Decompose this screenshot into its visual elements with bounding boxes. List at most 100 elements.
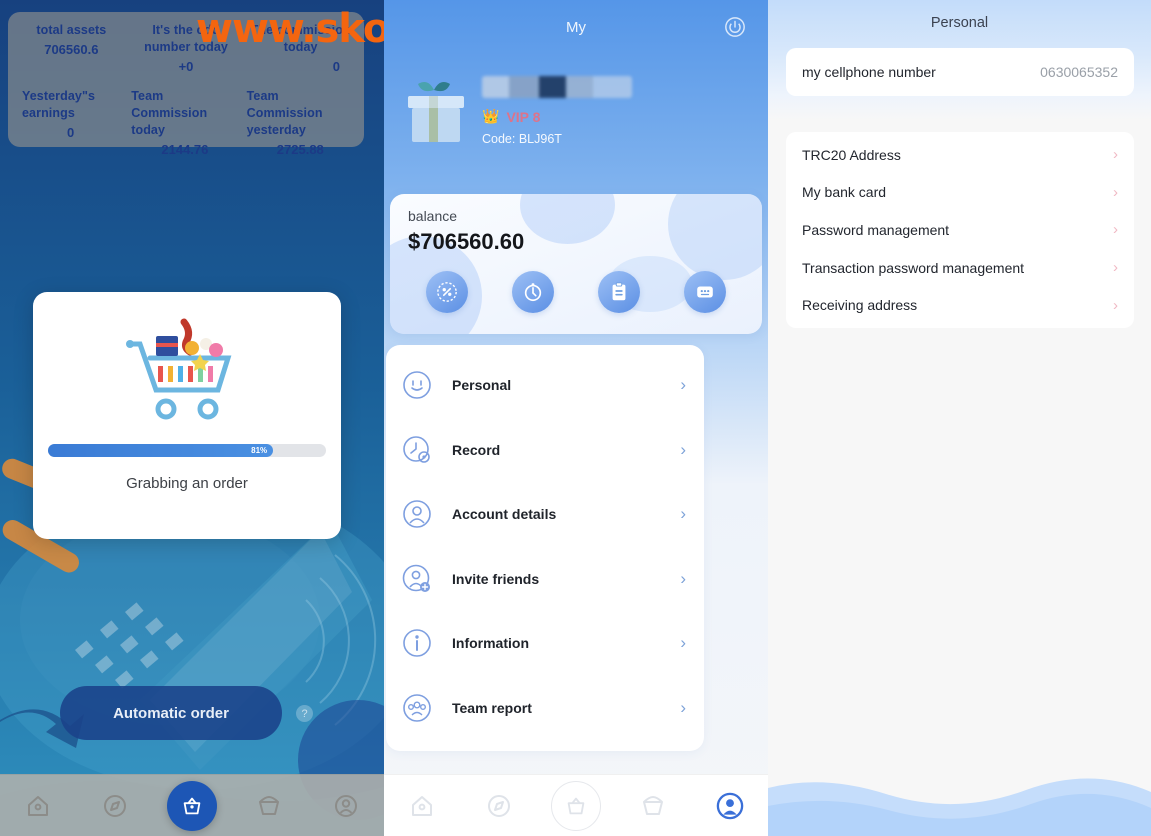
invite-code-label: Code: xyxy=(482,132,516,146)
action-chat-button[interactable] xyxy=(684,271,726,313)
crown-icon: 👑 xyxy=(482,108,500,124)
chevron-right-icon: › xyxy=(680,697,686,717)
stats-row-2: Yesterday"s earnings 0 Team Commission t… xyxy=(14,88,358,157)
list-item-password-management[interactable]: Password management › xyxy=(786,211,1134,249)
stat-total-assets: total assets 706560.6 xyxy=(14,22,129,74)
nav-item-profile[interactable] xyxy=(702,782,758,830)
smiley-face-icon xyxy=(400,368,434,402)
stat-value: +0 xyxy=(178,59,194,74)
order-progress-fill: 81% xyxy=(48,444,274,457)
action-percent-button[interactable] xyxy=(426,271,468,313)
chevron-right-icon: › xyxy=(680,568,686,588)
user-add-icon xyxy=(400,562,434,596)
profile-summary: 👑 VIP 8 Code: BLJ96T xyxy=(404,72,744,156)
menu-item-team-report[interactable]: Team report › xyxy=(386,676,704,741)
username-blurred xyxy=(482,76,632,98)
stat-commission-today: The commission today 0 xyxy=(243,22,358,74)
right-phone-panel: Personal my cellphone number 0630065352 … xyxy=(768,0,1151,836)
menu-item-label: Invite friends xyxy=(452,570,540,587)
order-progress-bar: 81% xyxy=(48,444,326,457)
cellphone-number-row[interactable]: my cellphone number 0630065352 xyxy=(786,48,1134,96)
menu-item-label: Team report xyxy=(452,699,532,716)
basket-icon xyxy=(183,797,201,814)
grabbing-order-card: 81% Grabbing an order xyxy=(33,292,341,539)
app-screenshot: www.sko32.com-同可源码网 total assets 706560.… xyxy=(0,0,1151,836)
chevron-right-icon: › xyxy=(680,375,686,395)
user-circle-icon xyxy=(400,497,434,531)
stopwatch-icon xyxy=(524,283,542,302)
mid-bottom-nav xyxy=(384,774,768,836)
list-item-transaction-password-management[interactable]: Transaction password management › xyxy=(786,249,1134,287)
stat-value: 706560.6 xyxy=(44,42,99,57)
profile-icon xyxy=(716,792,743,819)
menu-item-personal[interactable]: Personal › xyxy=(386,353,704,418)
clock-record-icon xyxy=(400,433,434,467)
list-item-label: TRC20 Address xyxy=(802,146,901,163)
gift-box-icon xyxy=(408,82,464,142)
nav-item-home[interactable] xyxy=(10,782,66,830)
clipboard-icon xyxy=(612,282,626,301)
compass-icon xyxy=(104,794,127,817)
stat-value: 0 xyxy=(66,125,75,140)
stat-odd-number-today: It's the odd number today +0 xyxy=(129,22,244,74)
profile-meta: 👑 VIP 8 Code: BLJ96T xyxy=(482,72,632,146)
nav-center-fab[interactable] xyxy=(166,780,217,831)
list-item-label: Transaction password management xyxy=(802,259,1025,276)
compass-icon xyxy=(488,794,511,817)
list-item-label: Receiving address xyxy=(802,297,918,314)
info-icon xyxy=(400,626,434,660)
order-progress-percent: 81% xyxy=(251,446,268,455)
profile-menu-card: Personal › Record › Account details › In… xyxy=(386,345,704,751)
menu-item-information[interactable]: Information › xyxy=(386,611,704,676)
chevron-right-icon: › xyxy=(1113,183,1118,201)
stat-team-commission-yesterday: Team Commission yesterday 2725.88 xyxy=(243,88,358,157)
basket-icon xyxy=(567,797,585,814)
cart-icon xyxy=(258,795,279,815)
profile-icon xyxy=(334,794,357,817)
nav-item-profile[interactable] xyxy=(318,782,374,830)
chevron-right-icon: › xyxy=(680,504,686,524)
nav-item-orders[interactable] xyxy=(548,780,604,831)
list-item-label: My bank card xyxy=(802,184,887,201)
invite-code-row: Code: BLJ96T xyxy=(482,132,632,146)
list-item-receiving-address[interactable]: Receiving address › xyxy=(786,286,1134,324)
power-icon[interactable] xyxy=(724,16,746,38)
list-item-label: Password management xyxy=(802,221,950,238)
list-item-my-bank-card[interactable]: My bank card › xyxy=(786,174,1134,212)
menu-item-label: Information xyxy=(452,635,529,652)
stat-label: Yesterday"s earnings xyxy=(22,89,96,120)
personal-settings-list: TRC20 Address › My bank card › Password … xyxy=(786,132,1134,328)
balance-label: balance xyxy=(408,208,458,224)
home-icon xyxy=(28,795,49,816)
left-phone-panel: www.sko32.com-同可源码网 total assets 706560.… xyxy=(0,0,384,836)
menu-item-invite-friends[interactable]: Invite friends › xyxy=(386,547,704,612)
right-header: Personal xyxy=(768,8,1151,38)
menu-item-account-details[interactable]: Account details › xyxy=(386,482,704,547)
nav-item-cart[interactable] xyxy=(625,782,681,830)
nav-item-home[interactable] xyxy=(394,782,450,830)
stats-row-1: total assets 706560.6 It's the odd numbe… xyxy=(14,22,358,74)
help-icon[interactable]: ? xyxy=(296,705,313,722)
automatic-order-button[interactable]: Automatic order xyxy=(60,686,282,740)
order-status-text: Grabbing an order xyxy=(126,475,248,492)
chevron-right-icon: › xyxy=(680,633,686,653)
list-item-trc20-address[interactable]: TRC20 Address › xyxy=(786,136,1134,174)
nav-item-orders[interactable] xyxy=(164,780,220,831)
action-stopwatch-button[interactable] xyxy=(512,271,554,313)
nav-center-ring[interactable] xyxy=(550,780,601,831)
menu-item-record[interactable]: Record › xyxy=(386,418,704,483)
vip-level-label: VIP 8 xyxy=(506,108,541,125)
stat-label: The commission today xyxy=(250,23,351,54)
nav-item-discover[interactable] xyxy=(87,782,143,830)
left-bottom-nav xyxy=(0,774,384,836)
percent-icon xyxy=(437,282,457,302)
menu-item-label: Record xyxy=(452,441,501,458)
stat-value: 2725.88 xyxy=(276,142,324,157)
page-title: My xyxy=(566,18,586,36)
stat-yesterday-earnings: Yesterday"s earnings 0 xyxy=(14,88,127,157)
chevron-right-icon: › xyxy=(1113,296,1118,314)
action-clipboard-button[interactable] xyxy=(598,271,640,313)
nav-item-cart[interactable] xyxy=(241,782,297,830)
nav-item-discover[interactable] xyxy=(471,782,527,830)
balance-card: balance $706560.60 xyxy=(390,194,762,334)
